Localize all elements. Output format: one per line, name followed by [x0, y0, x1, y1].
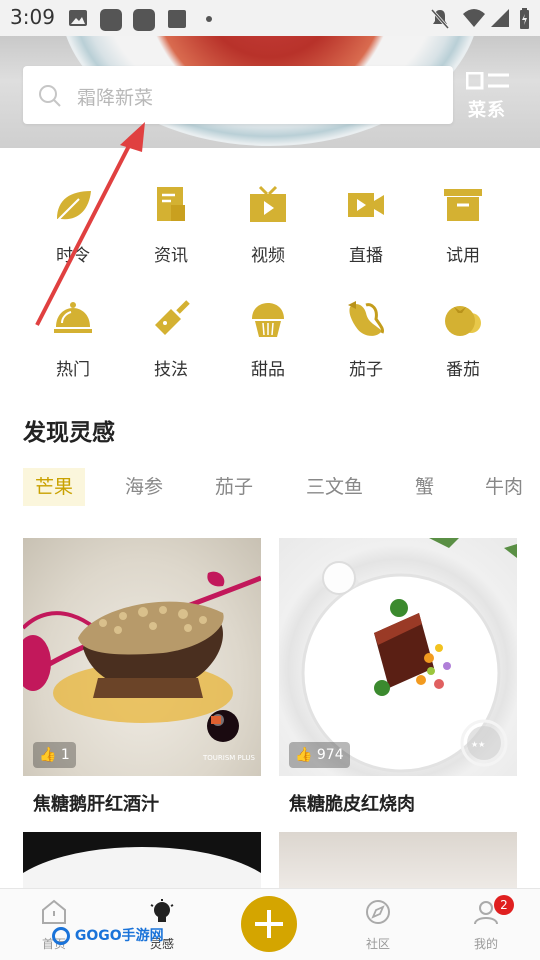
like-count-value: 974	[316, 747, 344, 763]
news-icon	[157, 187, 185, 221]
eggplant-icon	[348, 301, 384, 336]
grid-label: 资讯	[154, 246, 188, 266]
grid-label: 试用	[446, 246, 480, 266]
app-notification-icon-2	[133, 9, 155, 31]
recipe-card-partial[interactable]	[23, 832, 261, 892]
more-notifications-dot-icon	[206, 16, 212, 22]
cloche-icon	[54, 302, 92, 333]
cleaver-icon	[155, 300, 190, 335]
video-camera-icon	[348, 193, 384, 217]
search-icon	[39, 85, 61, 107]
grid-label: 时令	[56, 246, 90, 266]
cupcake-icon	[252, 303, 284, 337]
recipe-title: 焦糖脆皮红烧肉	[289, 794, 415, 815]
plus-icon	[255, 910, 283, 938]
app-notification-icon	[100, 9, 122, 31]
ingredient-tabs: 芒果 海参 茄子 三文鱼 蟹 牛肉	[23, 468, 540, 508]
grid-item-dessert[interactable]: 甜品	[220, 299, 316, 399]
award-seal: ★★	[471, 740, 485, 749]
section-title: 发现灵感	[23, 420, 115, 446]
notification-badge: 2	[494, 895, 514, 915]
tab-beef[interactable]: 牛肉	[485, 468, 523, 506]
recipe-image: ★★	[279, 538, 517, 776]
recipe-card[interactable]: ★★ 👍 974 焦糖脆皮红烧肉	[279, 538, 517, 818]
grid-item-technique[interactable]: 技法	[123, 299, 219, 399]
grid-item-hot[interactable]: 热门	[25, 299, 121, 399]
like-count[interactable]: 👍 1	[33, 742, 76, 768]
grid-label: 番茄	[446, 360, 480, 380]
photo-credit-watermark: TOURISM PLUS	[202, 754, 255, 762]
category-label: 菜系	[468, 100, 506, 121]
tv-icon	[250, 185, 286, 222]
tab-sea-cucumber[interactable]: 海参	[125, 468, 163, 506]
search-input[interactable]: 霜降新菜	[23, 66, 453, 124]
nav-profile[interactable]: 我的	[432, 889, 540, 960]
grid-label: 视频	[251, 246, 285, 266]
tab-mango[interactable]: 芒果	[23, 468, 86, 506]
bell-off-icon	[430, 9, 450, 29]
status-time: 3:09	[10, 5, 55, 29]
recipe-title: 焦糖鹅肝红酒汁	[33, 794, 159, 815]
recipe-card[interactable]: TOURISM PLUS 👍 1 焦糖鹅肝红酒汁	[23, 538, 261, 818]
recipe-image: TOURISM PLUS	[23, 538, 261, 776]
grid-label: 热门	[56, 360, 90, 380]
grid-label: 技法	[154, 360, 188, 380]
grid-item-video[interactable]: 视频	[220, 185, 316, 285]
tab-salmon[interactable]: 三文鱼	[306, 468, 363, 506]
wifi-icon	[463, 9, 485, 27]
nav-community[interactable]: 社区	[324, 889, 432, 960]
grid-label: 茄子	[349, 360, 383, 380]
leaf-icon	[56, 191, 91, 222]
site-watermark: GOGO手游网	[52, 925, 164, 945]
braised-pork-dish-image: ★★	[301, 538, 517, 773]
nav-label: 社区	[365, 937, 390, 951]
image-notification-icon	[69, 10, 87, 26]
status-bar: 3:09	[0, 0, 540, 36]
grid-item-news[interactable]: 资讯	[123, 185, 219, 285]
grid-label: 甜品	[251, 360, 285, 380]
app-notification-icon-3	[168, 10, 186, 28]
watermark-logo-icon	[52, 927, 70, 945]
like-count[interactable]: 👍 974	[289, 742, 350, 768]
compass-icon	[366, 900, 390, 924]
nav-label: 我的	[473, 937, 498, 951]
category-grid-icon	[466, 72, 509, 90]
recipe-card-partial[interactable]	[279, 832, 517, 892]
signal-icon	[491, 9, 509, 27]
grid-item-seasonal[interactable]: 时令	[25, 185, 121, 285]
add-post-button[interactable]	[241, 896, 297, 952]
grid-item-eggplant[interactable]: 茄子	[318, 299, 414, 399]
grid-item-trial[interactable]: 试用	[415, 185, 511, 285]
cuisine-category-button[interactable]: 菜系	[462, 68, 518, 124]
search-placeholder: 霜降新菜	[77, 87, 154, 109]
grid-item-tomato[interactable]: 番茄	[415, 299, 511, 399]
tab-eggplant[interactable]: 茄子	[215, 468, 253, 506]
thumbs-up-icon: 👍	[39, 747, 57, 763]
recipe-image-partial	[23, 847, 261, 892]
box-icon	[444, 189, 482, 221]
tab-crab[interactable]: 蟹	[415, 468, 434, 506]
battery-icon	[520, 8, 529, 29]
lightbulb-icon	[150, 899, 174, 922]
foie-gras-dish-image: TOURISM PLUS	[23, 571, 261, 762]
thumbs-up-icon: 👍	[295, 747, 313, 763]
like-count-value: 1	[60, 747, 70, 763]
home-icon	[42, 899, 66, 924]
grid-item-live[interactable]: 直播	[318, 185, 414, 285]
tomato-icon	[445, 306, 481, 336]
grid-label: 直播	[349, 246, 383, 266]
